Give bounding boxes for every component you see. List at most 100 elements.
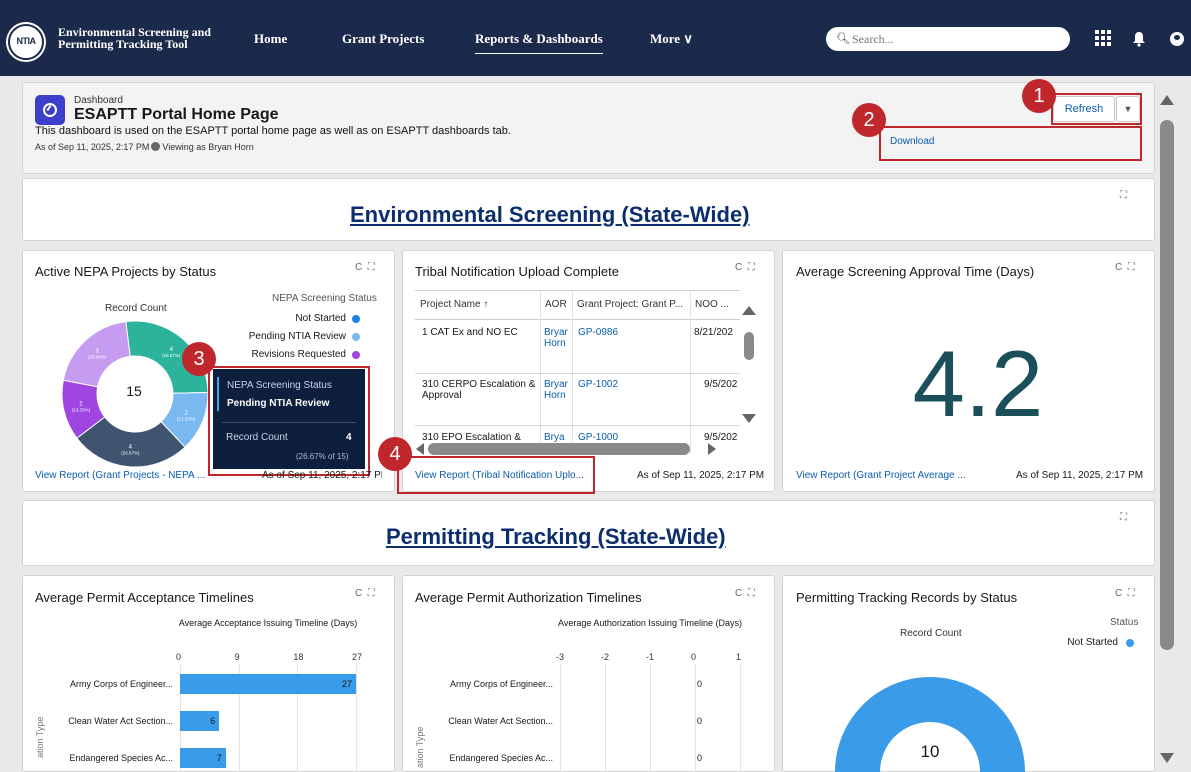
bar-value-label: 0 [697, 753, 703, 763]
legend-not-started[interactable]: Not Started [222, 313, 346, 324]
donut-segment-pct: (26.67%) [162, 353, 181, 358]
table-scroll-left[interactable] [416, 443, 424, 455]
table-row-3-aor[interactable]: Brya [544, 432, 568, 443]
highlight-refresh [1051, 93, 1142, 125]
gridline [356, 664, 357, 772]
dashboard-asof: As of Sep 11, 2025, 2:17 PM Viewing as Br… [35, 142, 254, 152]
col-grant-project[interactable]: Grant Project: Grant P... [572, 290, 690, 320]
search-input[interactable] [852, 31, 1052, 47]
top-nav: NTIA Environmental Screening and Permitt… [0, 0, 1191, 76]
legend-revisions-requested[interactable]: Revisions Requested [222, 349, 347, 360]
nav-grant-projects[interactable]: Grant Projects [342, 31, 424, 47]
expand-icon[interactable]: ⛶ [1128, 588, 1135, 599]
authorization-title: Average Permit Authorization Timelines [415, 590, 642, 605]
nav-reports-dashboards[interactable]: Reports & Dashboards [475, 31, 603, 54]
refresh-icon[interactable]: C [1115, 588, 1122, 599]
page-scroll-up[interactable] [1160, 95, 1174, 105]
avg-screening-actions: C ⛶ [1115, 262, 1135, 273]
table-row-3-project: 310 EPO Escalation & [422, 432, 521, 443]
bar-value-label: 27 [342, 679, 353, 689]
expand-icon[interactable]: ⛶ [368, 588, 375, 599]
avg-screening-view-report-link[interactable]: View Report (Grant Project Average ... [796, 470, 966, 481]
page-scrollbar[interactable] [1160, 120, 1174, 650]
legend-permit-not-started[interactable]: Not Started [1050, 637, 1118, 648]
table-row-3-grant[interactable]: GP-1000 [578, 432, 678, 443]
table-row-2-grant[interactable]: GP-1002 [578, 379, 678, 390]
acceptance-actions: C ⛶ [355, 588, 375, 599]
section-expand-icon[interactable]: ⛶ [1120, 512, 1127, 523]
highlight-tooltip [208, 366, 370, 476]
nepa-view-report-link[interactable]: View Report (Grant Projects - NEPA ... [35, 470, 205, 481]
section-expand-icon[interactable]: ⛶ [1120, 190, 1127, 201]
x-tick-label: -3 [556, 652, 565, 662]
authorization-y-label: ation Type [415, 726, 425, 768]
table-row-1-aor[interactable]: Bryan Horn [544, 327, 568, 349]
table-scroll-right[interactable] [708, 443, 716, 455]
x-tick-label: 18 [293, 652, 304, 662]
category-label: Endangered Species Ac... [69, 753, 173, 763]
gridline [560, 664, 561, 772]
bell-icon[interactable] [1132, 31, 1146, 47]
expand-icon[interactable]: ⛶ [748, 588, 755, 599]
app-launcher-icon[interactable] [1095, 30, 1111, 46]
x-tick-label: 0 [691, 652, 697, 662]
col-divider [540, 290, 541, 454]
bar[interactable] [180, 674, 356, 694]
bar-value-label: 0 [697, 679, 703, 689]
table-row-2-project: 310 CERPO Escalation & Approval [422, 379, 536, 401]
expand-icon[interactable]: ⛶ [368, 262, 375, 273]
legend-dot [352, 333, 360, 341]
permit-status-actions: C ⛶ [1115, 588, 1135, 599]
dashboard-type-label: Dashboard [74, 95, 123, 106]
download-menu-item[interactable]: Download [890, 136, 934, 147]
x-tick-label: -2 [601, 652, 610, 662]
search-box[interactable]: 🔍︎ [826, 27, 1070, 51]
col-noo[interactable]: NOO ... [690, 290, 740, 320]
permit-status-title: Permitting Tracking Records by Status [796, 590, 1018, 605]
refresh-icon[interactable]: C [1115, 262, 1122, 273]
nepa-donut-total: 15 [126, 383, 142, 399]
gridline [695, 664, 696, 772]
legend-pending-ntia[interactable]: Pending NTIA Review [222, 331, 346, 342]
donut-segment-pct: (20.00%) [88, 355, 107, 360]
user-avatar[interactable] [1170, 32, 1184, 46]
nepa-legend-title: NEPA Screening Status [272, 293, 377, 304]
ntia-logo[interactable]: NTIA [8, 24, 44, 60]
col-divider [690, 290, 691, 454]
app-title[interactable]: Environmental Screening and Permitting T… [58, 26, 228, 50]
category-label: Clean Water Act Section... [68, 716, 173, 726]
legend-dot [352, 315, 360, 323]
table-horizontal-scrollbar[interactable] [428, 443, 690, 455]
legend-dot [1126, 639, 1134, 647]
perm-section-title: Permitting Tracking (State-Wide) [386, 524, 726, 549]
gridline [605, 664, 606, 772]
col-aor[interactable]: AOR [540, 290, 572, 320]
nav-more[interactable]: More ∨ [650, 31, 693, 47]
table-row-2-aor[interactable]: Bryan Horn [544, 379, 568, 401]
expand-icon[interactable]: ⛶ [1128, 262, 1135, 273]
refresh-icon[interactable]: C [355, 588, 362, 599]
dashboard-title: ESAPTT Portal Home Page [74, 106, 279, 123]
col-divider [572, 290, 573, 454]
x-axis-title: Average Authorization Issuing Timeline (… [558, 618, 742, 628]
category-label: Clean Water Act Section... [448, 716, 553, 726]
table-vertical-scrollbar[interactable] [742, 306, 756, 424]
refresh-icon[interactable]: C [355, 262, 362, 273]
row-divider [415, 373, 740, 374]
table-row-1-grant[interactable]: GP-0986 [578, 327, 678, 338]
bar-value-label: 6 [210, 716, 216, 726]
donut-segment-pct: (13.33%) [72, 408, 91, 413]
refresh-icon[interactable]: C [735, 588, 742, 599]
page-scroll-down[interactable] [1160, 753, 1174, 763]
table-row-2-noo: 9/5/2025 [704, 379, 738, 390]
callout-badge-2: 2 [852, 103, 886, 137]
table-row-3-noo: 9/5/2025 [704, 432, 738, 443]
refresh-icon[interactable]: C [735, 262, 742, 273]
nepa-widget-title: Active NEPA Projects by Status [35, 264, 217, 279]
permit-donut-title: Record Count [900, 628, 962, 639]
nav-home[interactable]: Home [254, 31, 287, 47]
col-project-name[interactable]: Project Name ↑ [415, 290, 540, 320]
expand-icon[interactable]: ⛶ [748, 262, 755, 273]
avg-screening-footer-asof: As of Sep 11, 2025, 2:17 PM [1016, 470, 1144, 481]
info-icon[interactable] [151, 142, 161, 151]
